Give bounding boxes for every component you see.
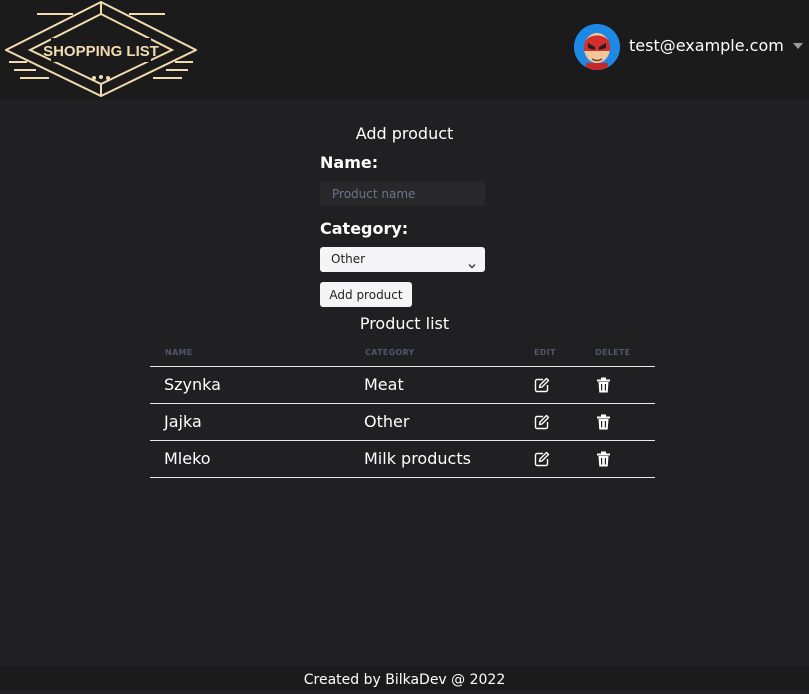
trash-icon[interactable] xyxy=(596,377,611,393)
category-select[interactable]: Other xyxy=(320,247,485,272)
pencil-square-icon[interactable] xyxy=(534,377,550,393)
product-name: Mleko xyxy=(164,449,211,468)
trash-icon[interactable] xyxy=(596,414,611,430)
name-label: Name: xyxy=(320,153,379,172)
table-row: Mleko Milk products xyxy=(150,441,655,478)
category-selected-value: Other xyxy=(331,252,366,266)
chevron-down-icon xyxy=(468,254,476,279)
product-name-input[interactable] xyxy=(320,181,485,206)
page-footer: Created by BilkaDev @ 2022 xyxy=(0,666,809,690)
caret-down-icon[interactable] xyxy=(793,43,803,49)
column-header-edit: EDIT xyxy=(534,348,556,357)
column-header-category: CATEGORY xyxy=(365,348,415,357)
product-name: Szynka xyxy=(164,375,221,394)
category-label: Category: xyxy=(320,219,409,238)
user-email[interactable]: test@example.com xyxy=(629,36,784,55)
column-header-delete: DELETE xyxy=(595,348,631,357)
product-table: NAME CATEGORY EDIT DELETE Szynka Meat Ja… xyxy=(150,343,655,478)
shopping-list-logo[interactable]: SHOPPING LIST xyxy=(5,0,197,98)
product-category: Milk products xyxy=(364,449,471,468)
main-content: Add product Name: Category: Other Add pr… xyxy=(0,100,809,666)
logo-text: SHOPPING LIST xyxy=(43,43,159,60)
pencil-square-icon[interactable] xyxy=(534,414,550,430)
product-name: Jajka xyxy=(164,412,202,431)
add-product-button[interactable]: Add product xyxy=(320,282,412,307)
product-list-title: Product list xyxy=(359,314,450,333)
pencil-square-icon[interactable] xyxy=(534,451,550,467)
avatar[interactable] xyxy=(574,24,620,70)
user-menu[interactable]: test@example.com xyxy=(569,24,809,70)
table-row: Szynka Meat xyxy=(150,367,655,404)
column-header-name: NAME xyxy=(165,348,193,357)
product-category: Meat xyxy=(364,375,404,394)
add-product-title: Add product xyxy=(355,124,454,143)
trash-icon[interactable] xyxy=(596,451,611,467)
app-header: SHOPPING LIST test@example.com xyxy=(0,0,809,100)
product-category: Other xyxy=(364,412,410,431)
table-header: NAME CATEGORY EDIT DELETE xyxy=(150,343,655,367)
table-row: Jajka Other xyxy=(150,404,655,441)
